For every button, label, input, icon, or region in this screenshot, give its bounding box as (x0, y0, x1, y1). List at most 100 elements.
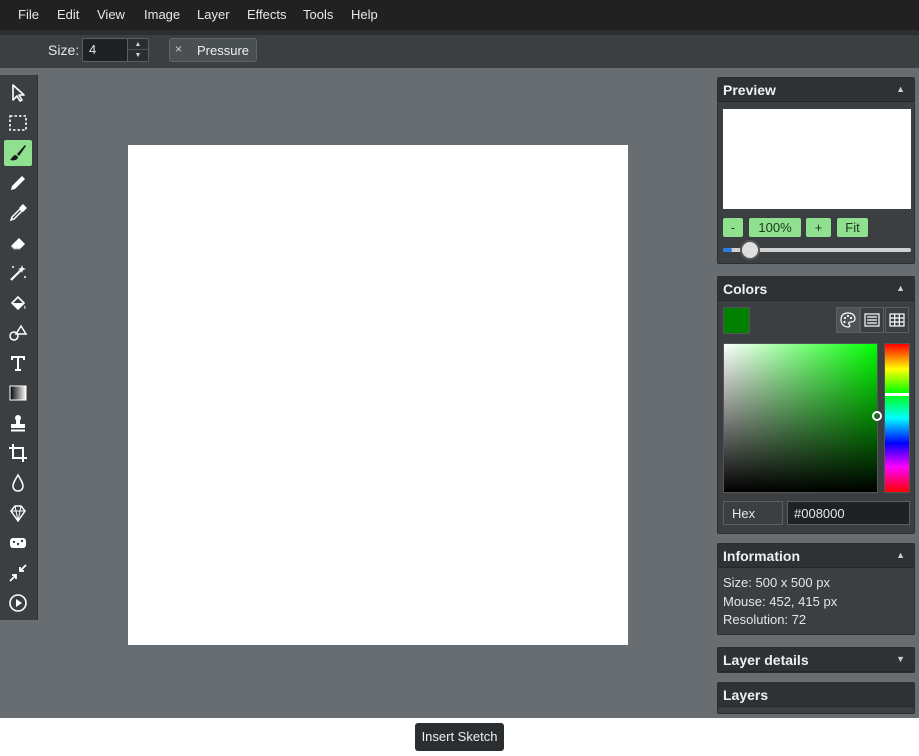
magic-erase-tool[interactable] (4, 260, 32, 286)
menu-bar: File Edit View Image Layer Effects Tools… (0, 0, 919, 30)
fill-tool[interactable] (4, 290, 32, 316)
play-circle-icon (9, 594, 27, 612)
dashed-rectangle-icon (9, 115, 27, 131)
list-icon (864, 313, 880, 327)
information-header[interactable]: Information ▲ (718, 544, 914, 568)
preview-panel: Preview ▲ - 100% + Fit (717, 77, 915, 264)
menu-view[interactable]: View (97, 0, 125, 30)
blur-tool[interactable] (4, 470, 32, 496)
pencil-tool[interactable] (4, 170, 32, 196)
bulge-pinch-tool[interactable] (4, 560, 32, 586)
hex-label-box: Hex (723, 501, 783, 525)
size-label: Size: (48, 42, 80, 58)
layer-details-header[interactable]: Layer details ▼ (718, 648, 914, 672)
insert-sketch-button[interactable]: Insert Sketch (415, 723, 504, 751)
shape-tool[interactable] (4, 320, 32, 346)
crop-icon (9, 444, 27, 462)
color-picker-handle[interactable] (872, 411, 882, 421)
zoom-level-button[interactable]: 100% (749, 218, 801, 237)
eraser-icon (10, 238, 25, 250)
preview-thumbnail[interactable] (723, 109, 911, 209)
tool-attributes-bar: Size: 4 ▲ ▼ × Pressure (0, 30, 919, 68)
selection-tool[interactable] (4, 110, 32, 136)
cursor-arrow-icon (12, 84, 25, 102)
size-spinner: ▲ ▼ (127, 39, 148, 61)
diamond-icon (10, 505, 26, 523)
layers-title: Layers (723, 687, 769, 703)
desaturate-tool[interactable] (4, 530, 32, 556)
collapse-arrow-icon[interactable]: ▲ (896, 283, 905, 293)
compress-arrows-icon (9, 564, 27, 582)
menu-image[interactable]: Image (144, 0, 180, 30)
text-T-icon (11, 356, 25, 371)
erase-tool[interactable] (4, 230, 32, 256)
magic-wand-icon (10, 265, 26, 281)
layer-details-panel: Layer details ▼ (717, 647, 915, 673)
menu-help[interactable]: Help (351, 0, 378, 30)
current-color-swatch[interactable] (723, 307, 750, 334)
tools-toolbar (0, 75, 38, 620)
pencil-icon (11, 176, 25, 190)
drawing-canvas[interactable] (128, 145, 628, 645)
zoom-in-button[interactable]: + (806, 218, 831, 237)
clone-tool[interactable] (4, 410, 32, 436)
colors-header[interactable]: Colors ▲ (718, 277, 914, 301)
zoom-slider[interactable] (723, 240, 911, 260)
pressure-label: Pressure (197, 43, 250, 58)
zoom-slider-handle[interactable] (740, 240, 760, 260)
stamp-icon (11, 415, 25, 432)
saturation-value-picker[interactable] (723, 343, 882, 493)
color-view-picker-button[interactable] (836, 307, 860, 333)
decrement-icon[interactable]: ▼ (128, 50, 148, 61)
preview-title: Preview (723, 82, 776, 98)
hue-slider-handle[interactable] (885, 393, 909, 396)
menu-tools[interactable]: Tools (303, 0, 333, 30)
size-value: 4 (89, 42, 97, 57)
menu-edit[interactable]: Edit (57, 0, 79, 30)
collapse-arrow-icon[interactable]: ▲ (896, 84, 905, 94)
gradient-icon (9, 385, 27, 401)
expand-arrow-icon[interactable]: ▼ (896, 654, 905, 664)
preview-header[interactable]: Preview ▲ (718, 78, 914, 102)
info-size: Size: 500 x 500 px (723, 575, 830, 590)
eyedropper-icon (9, 204, 27, 222)
paint-bucket-icon (10, 295, 26, 311)
zoom-slider-fill (723, 248, 732, 252)
colors-panel: Colors ▲ Hex #008000 (717, 276, 915, 534)
value-gradient (724, 344, 877, 492)
grid-icon (889, 313, 905, 327)
hue-slider[interactable] (884, 343, 910, 493)
menu-effects[interactable]: Effects (247, 0, 287, 30)
gradient-tool[interactable] (4, 380, 32, 406)
layers-header[interactable]: Layers (718, 683, 914, 707)
color-picker-tool[interactable] (4, 200, 32, 226)
color-view-list-button[interactable] (860, 307, 884, 333)
close-icon[interactable]: × (175, 42, 182, 56)
text-tool[interactable] (4, 350, 32, 376)
shapes-icon (9, 324, 28, 341)
menu-file[interactable]: File (18, 0, 39, 30)
sponge-icon (10, 538, 26, 548)
palette-icon (840, 312, 856, 328)
animation-tool[interactable] (4, 590, 32, 616)
size-input[interactable]: 4 ▲ ▼ (82, 38, 149, 62)
info-mouse: Mouse: 452, 415 px (723, 594, 838, 609)
zoom-out-button[interactable]: - (723, 218, 743, 237)
brush-tool[interactable] (4, 140, 32, 166)
sharpen-tool[interactable] (4, 500, 32, 526)
info-resolution: Resolution: 72 (723, 612, 807, 627)
hex-label: Hex (732, 506, 756, 521)
color-view-grid-button[interactable] (885, 307, 909, 333)
bottom-bar: Insert Sketch (0, 718, 919, 756)
hex-input[interactable]: #008000 (787, 501, 910, 525)
crop-tool[interactable] (4, 440, 32, 466)
pressure-toggle[interactable]: × Pressure (169, 38, 257, 62)
layer-details-title: Layer details (723, 652, 809, 668)
select-tool[interactable] (4, 80, 32, 106)
increment-icon[interactable]: ▲ (128, 39, 148, 50)
hex-value: #008000 (794, 506, 845, 521)
collapse-arrow-icon[interactable]: ▲ (896, 550, 905, 560)
menu-layer[interactable]: Layer (197, 0, 230, 30)
zoom-fit-button[interactable]: Fit (837, 218, 868, 237)
information-panel: Information ▲ Size: 500 x 500 px Mouse: … (717, 543, 915, 635)
